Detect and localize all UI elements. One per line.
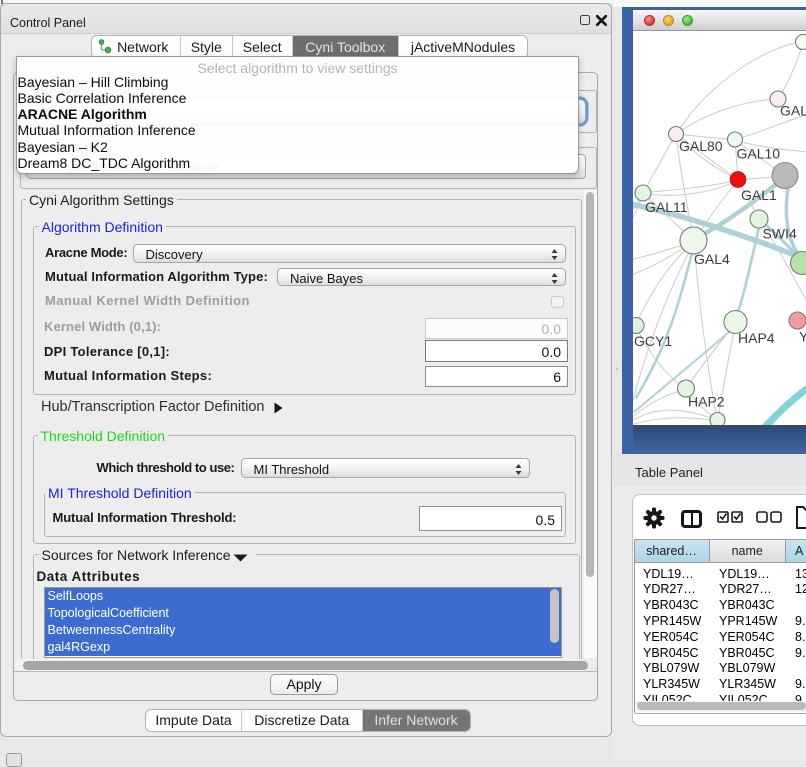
svg-text:HAP4: HAP4 <box>738 330 775 346</box>
svg-text:GAL4: GAL4 <box>694 251 730 267</box>
svg-text:GAL80: GAL80 <box>679 138 723 154</box>
svg-text:GAL11: GAL11 <box>645 199 688 215</box>
svg-text:GAL1: GAL1 <box>741 187 777 203</box>
svg-text:GAL2: GAL2 <box>780 102 806 118</box>
svg-text:HAP2: HAP2 <box>688 394 725 410</box>
svg-text:GAL10: GAL10 <box>737 145 781 161</box>
svg-text:Y: Y <box>799 329 806 345</box>
svg-text:SWI4: SWI4 <box>763 226 797 242</box>
svg-text:GCY1: GCY1 <box>634 333 672 349</box>
